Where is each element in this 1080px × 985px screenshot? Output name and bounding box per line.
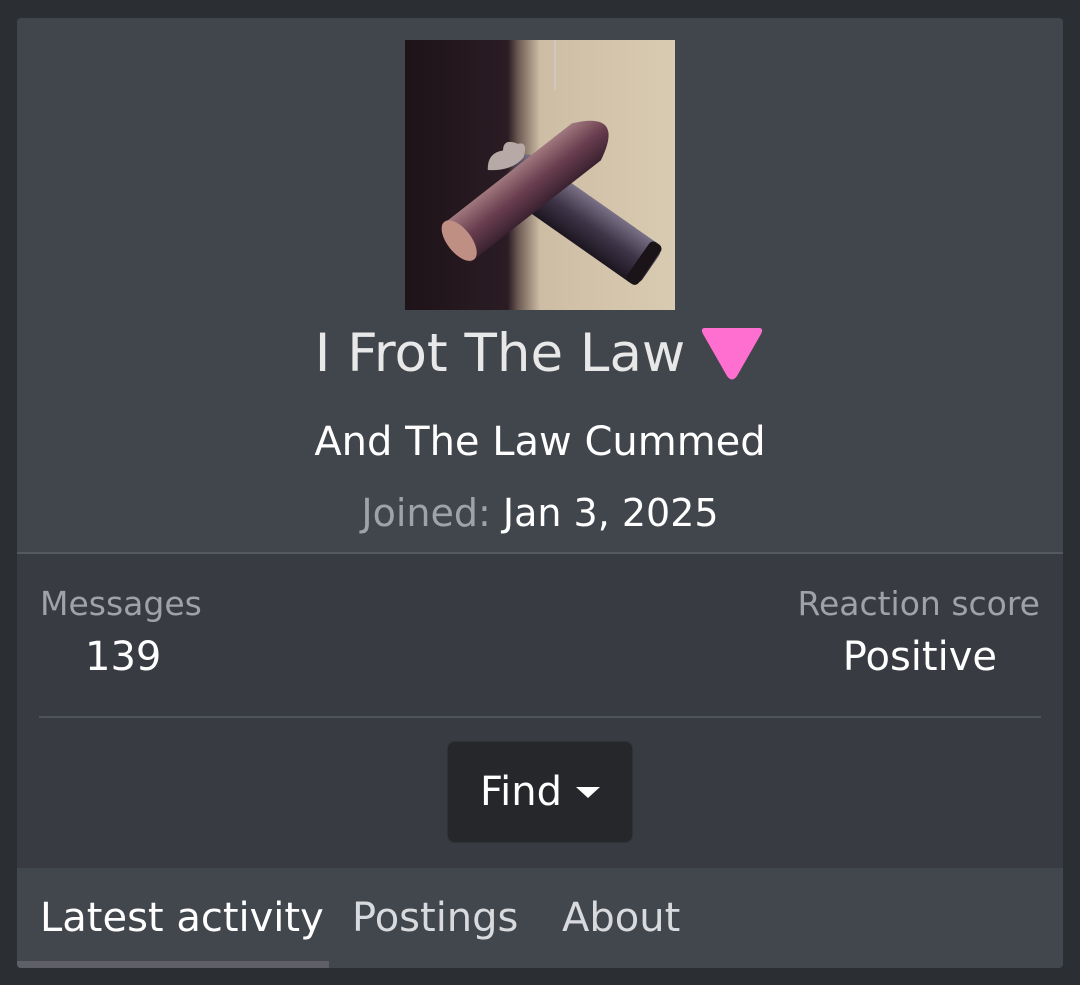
joined-label: Joined: bbox=[361, 491, 491, 535]
reaction-score-label: Reaction score bbox=[797, 584, 1041, 623]
tab-about[interactable]: About bbox=[562, 868, 680, 968]
username[interactable]: I Frot The Law bbox=[315, 327, 686, 380]
reaction-score-value: Positive bbox=[842, 634, 997, 680]
active-tab-indicator bbox=[17, 961, 329, 968]
avatar-image bbox=[405, 40, 675, 310]
user-title: And The Law Cummed bbox=[314, 419, 766, 465]
joined-date: Jan 3, 2025 bbox=[502, 491, 719, 535]
find-button[interactable]: Find bbox=[447, 741, 633, 843]
joined-info: Joined: Jan 3, 2025 bbox=[17, 491, 1063, 535]
username-row: I Frot The Law bbox=[17, 318, 1063, 388]
member-profile-card: I Frot The Law And The Law Cummed Joined… bbox=[17, 18, 1063, 968]
find-label: Find bbox=[480, 769, 562, 815]
messages-count[interactable]: 139 bbox=[85, 634, 161, 680]
pink-triangle-icon bbox=[702, 328, 763, 380]
stats-divider bbox=[39, 716, 1041, 718]
profile-header: I Frot The Law And The Law Cummed Joined… bbox=[17, 18, 1063, 554]
avatar[interactable] bbox=[405, 40, 675, 310]
tab-postings[interactable]: Postings bbox=[352, 868, 518, 968]
profile-tabs: Latest activity Postings About bbox=[17, 868, 1063, 968]
tab-latest-activity[interactable]: Latest activity bbox=[40, 868, 324, 968]
caret-down-icon bbox=[575, 786, 600, 798]
messages-label: Messages bbox=[40, 584, 202, 623]
